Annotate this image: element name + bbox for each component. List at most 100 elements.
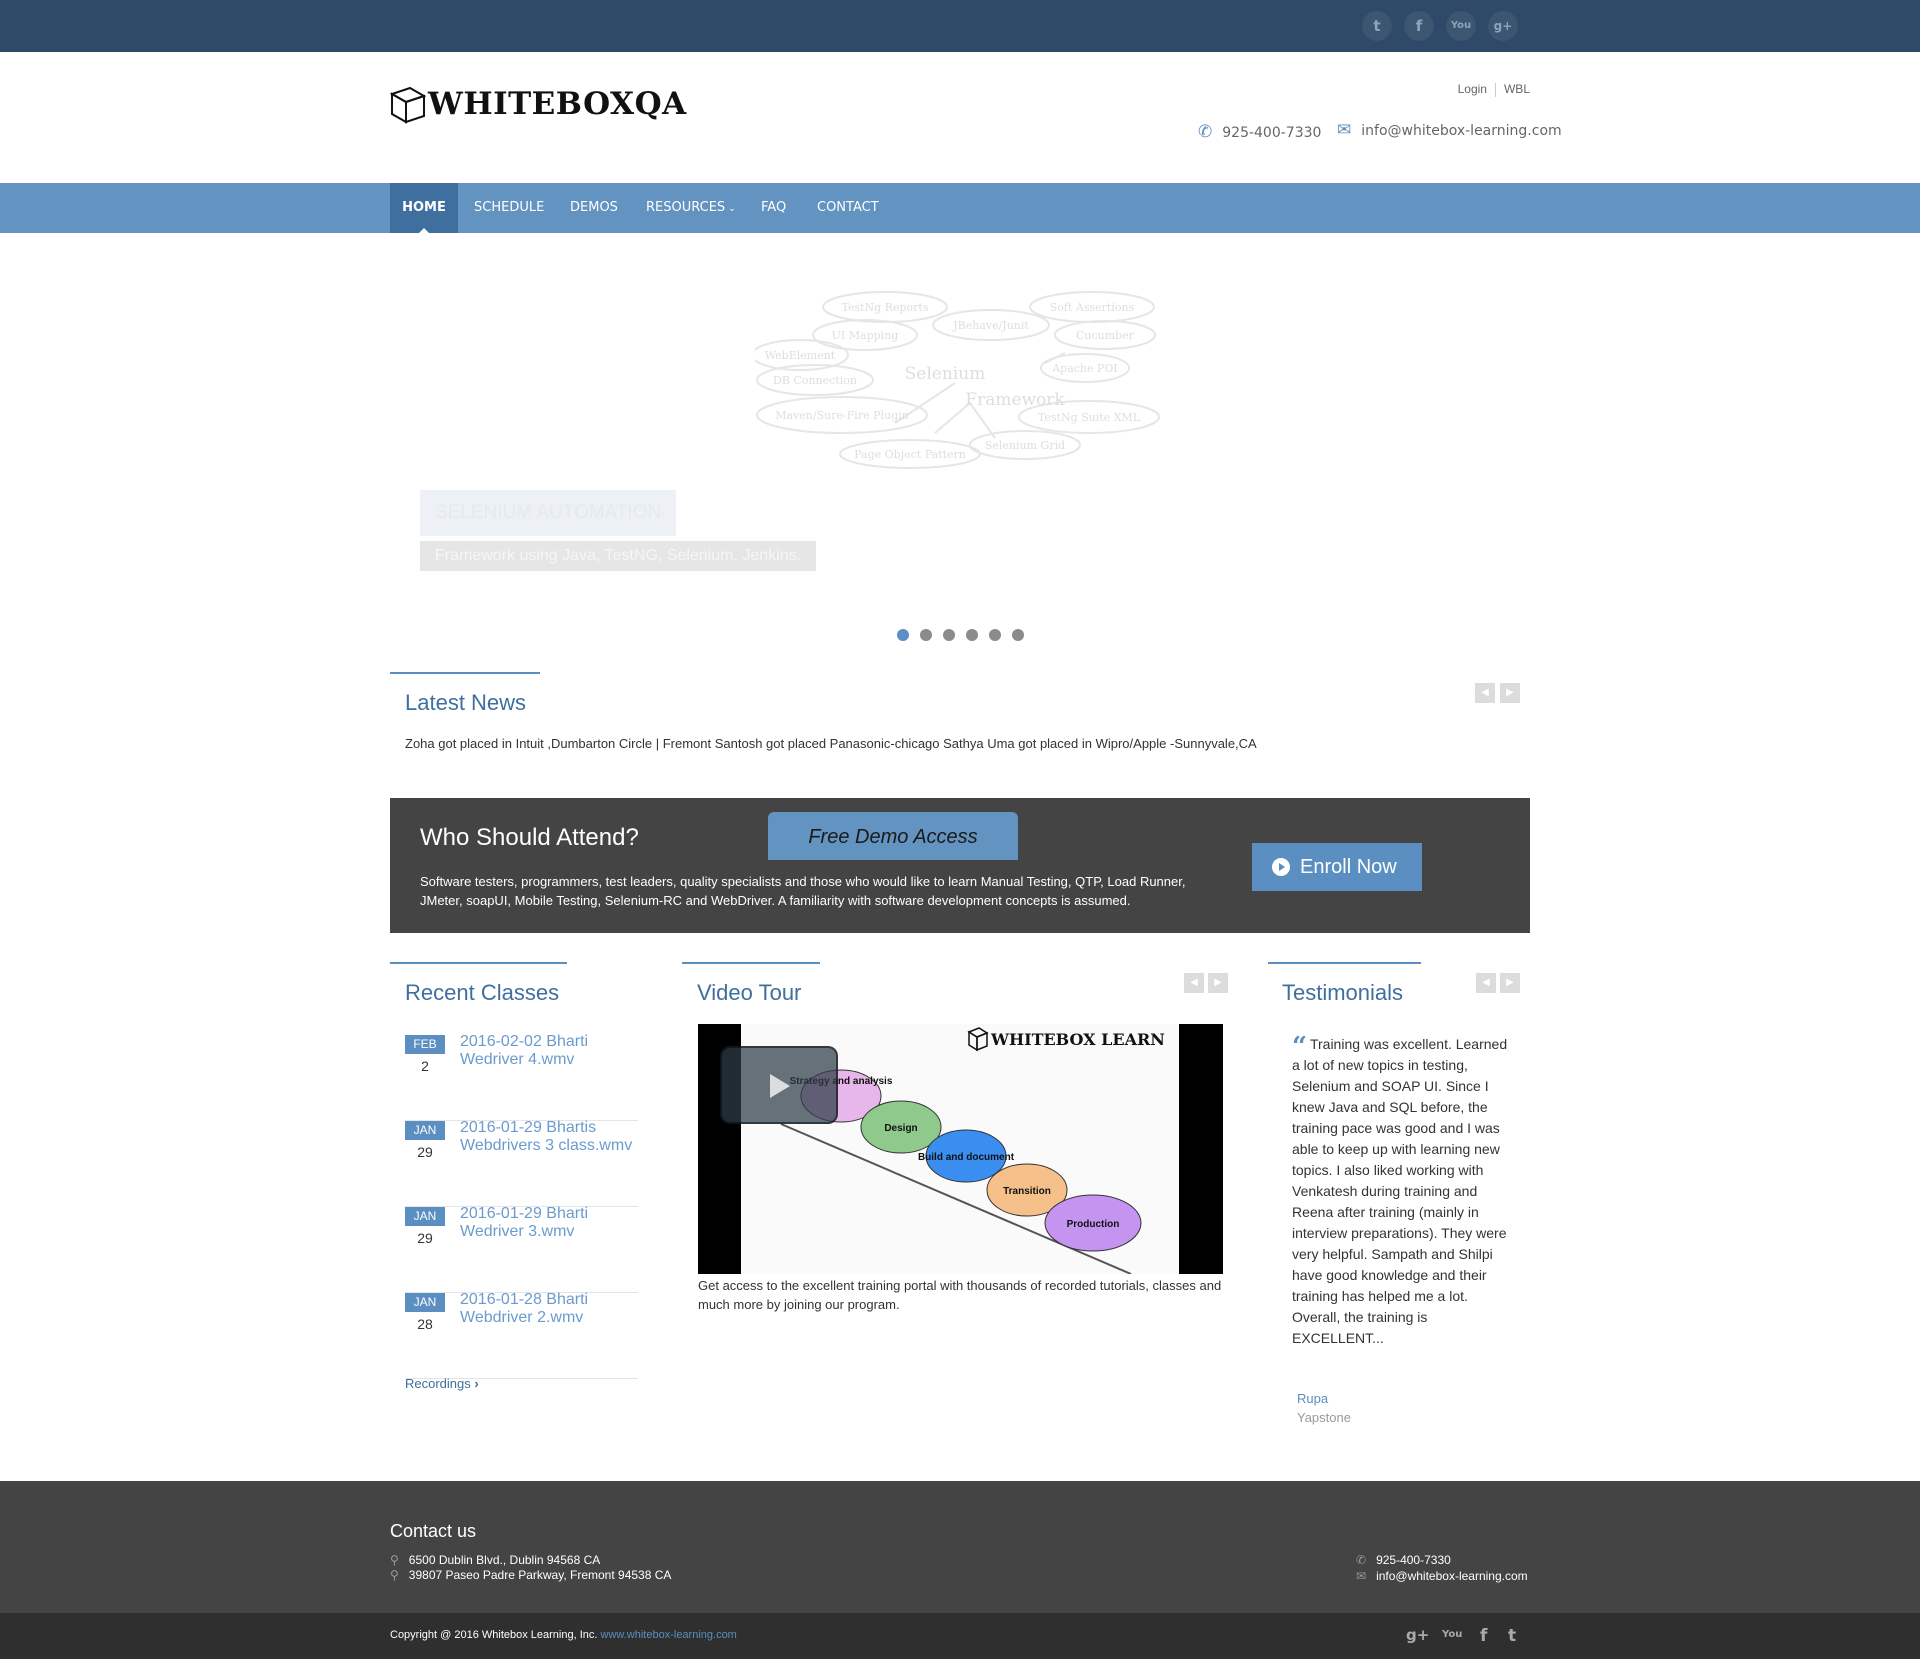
youtube-icon[interactable]: You [1446, 11, 1476, 41]
testimonial-company: Yapstone [1297, 1410, 1351, 1425]
youtube-icon[interactable]: You [1442, 1629, 1462, 1640]
nav-demos[interactable]: DEMOS [570, 183, 618, 233]
hero-slider: TestNg Reports JBehave/Junit Soft Assert… [390, 233, 1530, 653]
slider-dot[interactable] [943, 629, 955, 641]
top-links: Login WBL [1458, 82, 1530, 97]
nav-contact[interactable]: CONTACT [817, 183, 879, 233]
stage-label: Production [1067, 1219, 1120, 1230]
mindmap-label: Apache POI [1051, 362, 1118, 375]
slider-dot[interactable] [897, 629, 909, 641]
footer: Contact us ⚲ 6500 Dublin Blvd., Dublin 94… [0, 1481, 1920, 1613]
calendar-month: JAN [405, 1207, 445, 1226]
copyright-label: Copyright @ 2016 Whitebox Learning, Inc. [390, 1629, 598, 1641]
video-watermark: WHITEBOX LEARN [990, 1030, 1165, 1049]
mindmap-label: TestNg Suite XML [1038, 411, 1141, 424]
footer-address-2: ⚲ 39807 Paseo Padre Parkway, Fremont 9453… [390, 1568, 671, 1582]
nav-home[interactable]: HOME [390, 183, 458, 233]
enroll-label: Enroll Now [1300, 856, 1397, 878]
video-play-button[interactable] [720, 1046, 838, 1124]
mindmap-label: Selenium Grid [985, 439, 1065, 452]
copyright-bar: Copyright @ 2016 Whitebox Learning, Inc.… [0, 1613, 1920, 1659]
footer-email-text[interactable]: info@whitebox-learning.com [1376, 1569, 1528, 1583]
attend-title: Who Should Attend? [420, 824, 639, 851]
slider-dot[interactable] [966, 629, 978, 641]
slider-dot[interactable] [920, 629, 932, 641]
calendar-day: 2 [421, 1058, 429, 1074]
facebook-icon[interactable]: f [1480, 1626, 1487, 1646]
video-player[interactable]: WHITEBOX LEARN Strategy and analysis Des… [698, 1024, 1223, 1274]
login-link[interactable]: Login [1458, 82, 1487, 96]
map-pin-icon: ⚲ [390, 1553, 399, 1567]
recordings-label: Recordings [405, 1376, 471, 1391]
video-next-button[interactable]: ▶ [1208, 973, 1228, 993]
recent-classes-title: Recent Classes [405, 980, 560, 1005]
main-nav: HOME SCHEDULE DEMOS RESOURCES ⌄ FAQ CONTA… [0, 183, 1920, 233]
divider [1494, 82, 1496, 97]
twitter-icon[interactable]: t [1508, 1626, 1516, 1646]
news-ticker: Zoha got placed in Intuit ,Dumbarton Cir… [405, 736, 1257, 751]
nav-resources-label: RESOURCES [646, 200, 726, 215]
phone-icon: ✆ [1198, 122, 1213, 142]
section-divider [1268, 962, 1421, 964]
cube-logo-icon [390, 86, 426, 124]
class-item[interactable]: JAN 29 2016-01-29 Bhartis Webdrivers 3 c… [405, 1119, 640, 1207]
class-item[interactable]: JAN 28 2016-01-28 Bharti Webdriver 2.wmv [405, 1291, 640, 1379]
enroll-now-button[interactable]: Enroll Now [1252, 843, 1422, 891]
slider-dot[interactable] [1012, 629, 1024, 641]
class-item[interactable]: FEB 2 2016-02-02 Bharti Wedriver 4.wmv [405, 1033, 640, 1121]
recordings-link[interactable]: Recordings › [405, 1376, 479, 1391]
nav-schedule[interactable]: SCHEDULE [474, 183, 544, 233]
wbl-link[interactable]: WBL [1504, 82, 1530, 96]
free-demo-button[interactable]: Free Demo Access [768, 812, 1018, 860]
calendar-day: 29 [417, 1144, 433, 1160]
header-email-text[interactable]: info@whitebox-learning.com [1361, 123, 1561, 139]
class-title-link[interactable]: 2016-02-02 Bharti Wedriver 4.wmv [460, 1033, 640, 1069]
googleplus-icon[interactable]: g+ [1488, 11, 1518, 41]
stage-label: Transition [1003, 1186, 1051, 1197]
testimonial-body: Training was excellent. Learned a lot of… [1292, 1036, 1508, 1346]
stage-label: Design [884, 1123, 917, 1134]
section-divider [682, 962, 820, 964]
top-social-bar: t f You g+ [0, 0, 1920, 52]
play-icon [770, 1074, 790, 1098]
class-title-link[interactable]: 2016-01-29 Bharti Wedriver 3.wmv [460, 1205, 640, 1241]
header-phone: ✆ 925-400-7330 [1198, 122, 1321, 142]
mindmap-label: TestNg Reports [841, 301, 928, 314]
attend-text: Software testers, programmers, test lead… [420, 874, 1186, 908]
copyright-text: Copyright @ 2016 Whitebox Learning, Inc.… [390, 1629, 737, 1641]
slider-dot[interactable] [989, 629, 1001, 641]
testimonial-author[interactable]: Rupa [1297, 1391, 1328, 1406]
footer-phone-text: 925-400-7330 [1376, 1553, 1451, 1567]
video-prev-button[interactable]: ◀ [1184, 973, 1204, 993]
googleplus-icon[interactable]: g+ [1406, 1626, 1429, 1644]
footer-title: Contact us [390, 1521, 477, 1541]
mindmap-center-label: Framework [965, 390, 1065, 410]
attend-panel: Who Should Attend? Free Demo Access Soft… [390, 798, 1530, 933]
testimonials-next-button[interactable]: ▶ [1500, 973, 1520, 993]
facebook-icon[interactable]: f [1404, 11, 1434, 41]
testimonials-title: Testimonials [1282, 980, 1404, 1005]
news-prev-button[interactable]: ◀ [1475, 683, 1495, 703]
mindmap-label: JBehave/Junit [952, 319, 1029, 332]
nav-faq[interactable]: FAQ [761, 183, 786, 233]
news-title: Latest News [405, 690, 527, 715]
calendar-month: JAN [405, 1121, 445, 1140]
calendar-day: 29 [417, 1230, 433, 1246]
site-link[interactable]: www.whitebox-learning.com [601, 1629, 737, 1641]
class-title-link[interactable]: 2016-01-29 Bhartis Webdrivers 3 class.wm… [460, 1119, 640, 1155]
testimonials-prev-button[interactable]: ◀ [1476, 973, 1496, 993]
class-title-link[interactable]: 2016-01-28 Bharti Webdriver 2.wmv [460, 1291, 640, 1327]
envelope-icon: ✉ [1337, 120, 1352, 140]
nav-resources[interactable]: RESOURCES ⌄ [646, 183, 736, 233]
mindmap-label: Soft Assertions [1050, 301, 1135, 314]
class-item[interactable]: JAN 29 2016-01-29 Bharti Wedriver 3.wmv [405, 1205, 640, 1293]
news-next-button[interactable]: ▶ [1500, 683, 1520, 703]
mindmap-label: DB Connection [773, 374, 857, 387]
footer-address-1: ⚲ 6500 Dublin Blvd., Dublin 94568 CA [390, 1553, 600, 1567]
mindmap-center-label: Selenium [905, 364, 986, 384]
slide-subtitle: Framework using Java, TestNG, Selenium, … [420, 541, 817, 571]
twitter-icon[interactable]: t [1362, 11, 1392, 41]
address-text: 39807 Paseo Padre Parkway, Fremont 94538… [408, 1568, 672, 1582]
whitebox-logo-icon [967, 1027, 989, 1052]
header-email: ✉ info@whitebox-learning.com [1337, 120, 1562, 140]
